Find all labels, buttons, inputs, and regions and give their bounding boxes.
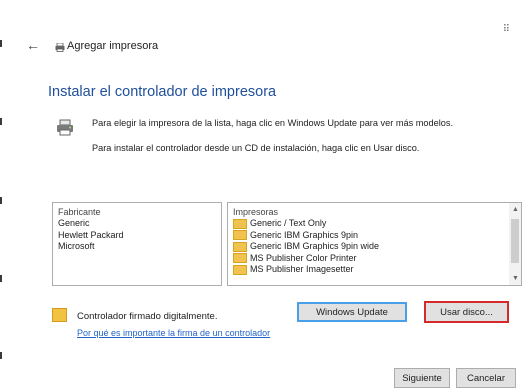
page-heading: Instalar el controlador de impresora xyxy=(48,84,277,100)
manufacturer-header: Fabricante xyxy=(58,207,101,217)
printer-item-icon xyxy=(233,230,247,241)
scroll-down-icon[interactable]: ▼ xyxy=(512,275,519,282)
printer-item-label: Generic IBM Graphics 9pin wide xyxy=(250,241,380,251)
printer-item-label: MS Publisher Color Printer xyxy=(250,252,357,263)
corner-glyph: ⠿ xyxy=(502,24,510,35)
signed-driver-icon xyxy=(52,308,67,322)
edge-mark xyxy=(0,40,2,47)
manufacturer-list[interactable]: Fabricante Generic Hewlett Packard Micro… xyxy=(52,202,222,286)
printer-header: Impresoras xyxy=(233,207,279,217)
manufacturer-item[interactable]: Generic xyxy=(53,218,221,230)
printer-item-icon xyxy=(233,264,247,275)
printer-list[interactable]: Impresoras Generic / Text Only Generic I… xyxy=(227,202,522,286)
printer-icon xyxy=(55,43,65,52)
printer-item-icon xyxy=(233,253,247,264)
manufacturer-item[interactable]: Microsoft xyxy=(53,241,221,253)
windows-update-button[interactable]: Windows Update xyxy=(297,302,407,322)
signature-status: Controlador firmado digitalmente. xyxy=(77,311,218,322)
manufacturer-item[interactable]: Hewlett Packard xyxy=(53,230,221,242)
printer-item-icon xyxy=(233,218,247,229)
next-button[interactable]: Siguiente xyxy=(394,368,450,388)
printer-item-label: MS Publisher Imagesetter xyxy=(250,264,354,274)
instruction-use-disk: Para instalar el controlador desde un CD… xyxy=(92,143,420,153)
printer-item[interactable]: Generic IBM Graphics 9pin xyxy=(228,230,521,242)
printer-list-scrollbar[interactable]: ▲ ▼ xyxy=(509,203,521,285)
printer-item[interactable]: Generic / Text Only xyxy=(228,218,521,230)
window-title: Agregar impresora xyxy=(67,40,159,52)
scroll-thumb[interactable] xyxy=(511,219,519,263)
use-disk-button[interactable]: Usar disco... xyxy=(424,301,509,323)
edge-mark xyxy=(0,275,2,282)
edge-mark xyxy=(0,352,2,359)
signature-info-link[interactable]: Por qué es importante la firma de un con… xyxy=(77,328,270,338)
printer-item[interactable]: MS Publisher Color Printer xyxy=(228,253,521,265)
back-arrow-icon[interactable]: ← xyxy=(26,37,40,53)
scroll-up-icon[interactable]: ▲ xyxy=(512,206,519,213)
printer-item-label: Generic / Text Only xyxy=(250,218,327,228)
printer-item-icon xyxy=(233,241,247,252)
instruction-windows-update: Para elegir la impresora de la lista, ha… xyxy=(92,118,454,128)
printer-item[interactable]: MS Publisher Imagesetter xyxy=(228,264,521,276)
printer-item[interactable]: Generic IBM Graphics 9pin wide xyxy=(228,241,521,253)
edge-mark xyxy=(0,118,2,125)
cancel-button[interactable]: Cancelar xyxy=(456,368,516,388)
edge-mark xyxy=(0,197,2,204)
printer-driver-icon xyxy=(57,119,73,136)
printer-item-label: Generic IBM Graphics 9pin xyxy=(250,229,359,240)
